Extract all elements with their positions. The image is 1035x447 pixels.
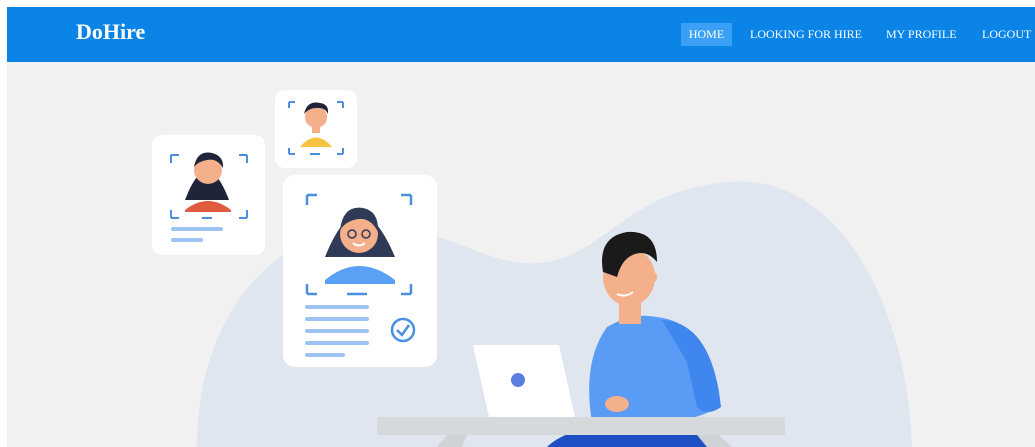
candidate-card-left: [152, 135, 265, 255]
nav-looking-for-hire[interactable]: LOOKING FOR HIRE: [750, 23, 862, 46]
nav-my-profile[interactable]: MY PROFILE: [886, 23, 957, 46]
hero-section: [7, 62, 1035, 447]
page-frame: DoHire HOME LOOKING FOR HIRE MY PROFILE …: [7, 7, 1035, 447]
top-navbar: DoHire HOME LOOKING FOR HIRE MY PROFILE …: [7, 7, 1035, 62]
nav-logout[interactable]: LOGOUT: [982, 23, 1031, 46]
brand-logo[interactable]: DoHire: [76, 21, 145, 43]
candidate-card-small: [275, 90, 357, 168]
candidate-card-main: [283, 175, 437, 367]
hero-illustration: [152, 90, 912, 447]
nav-home[interactable]: HOME: [681, 23, 732, 46]
